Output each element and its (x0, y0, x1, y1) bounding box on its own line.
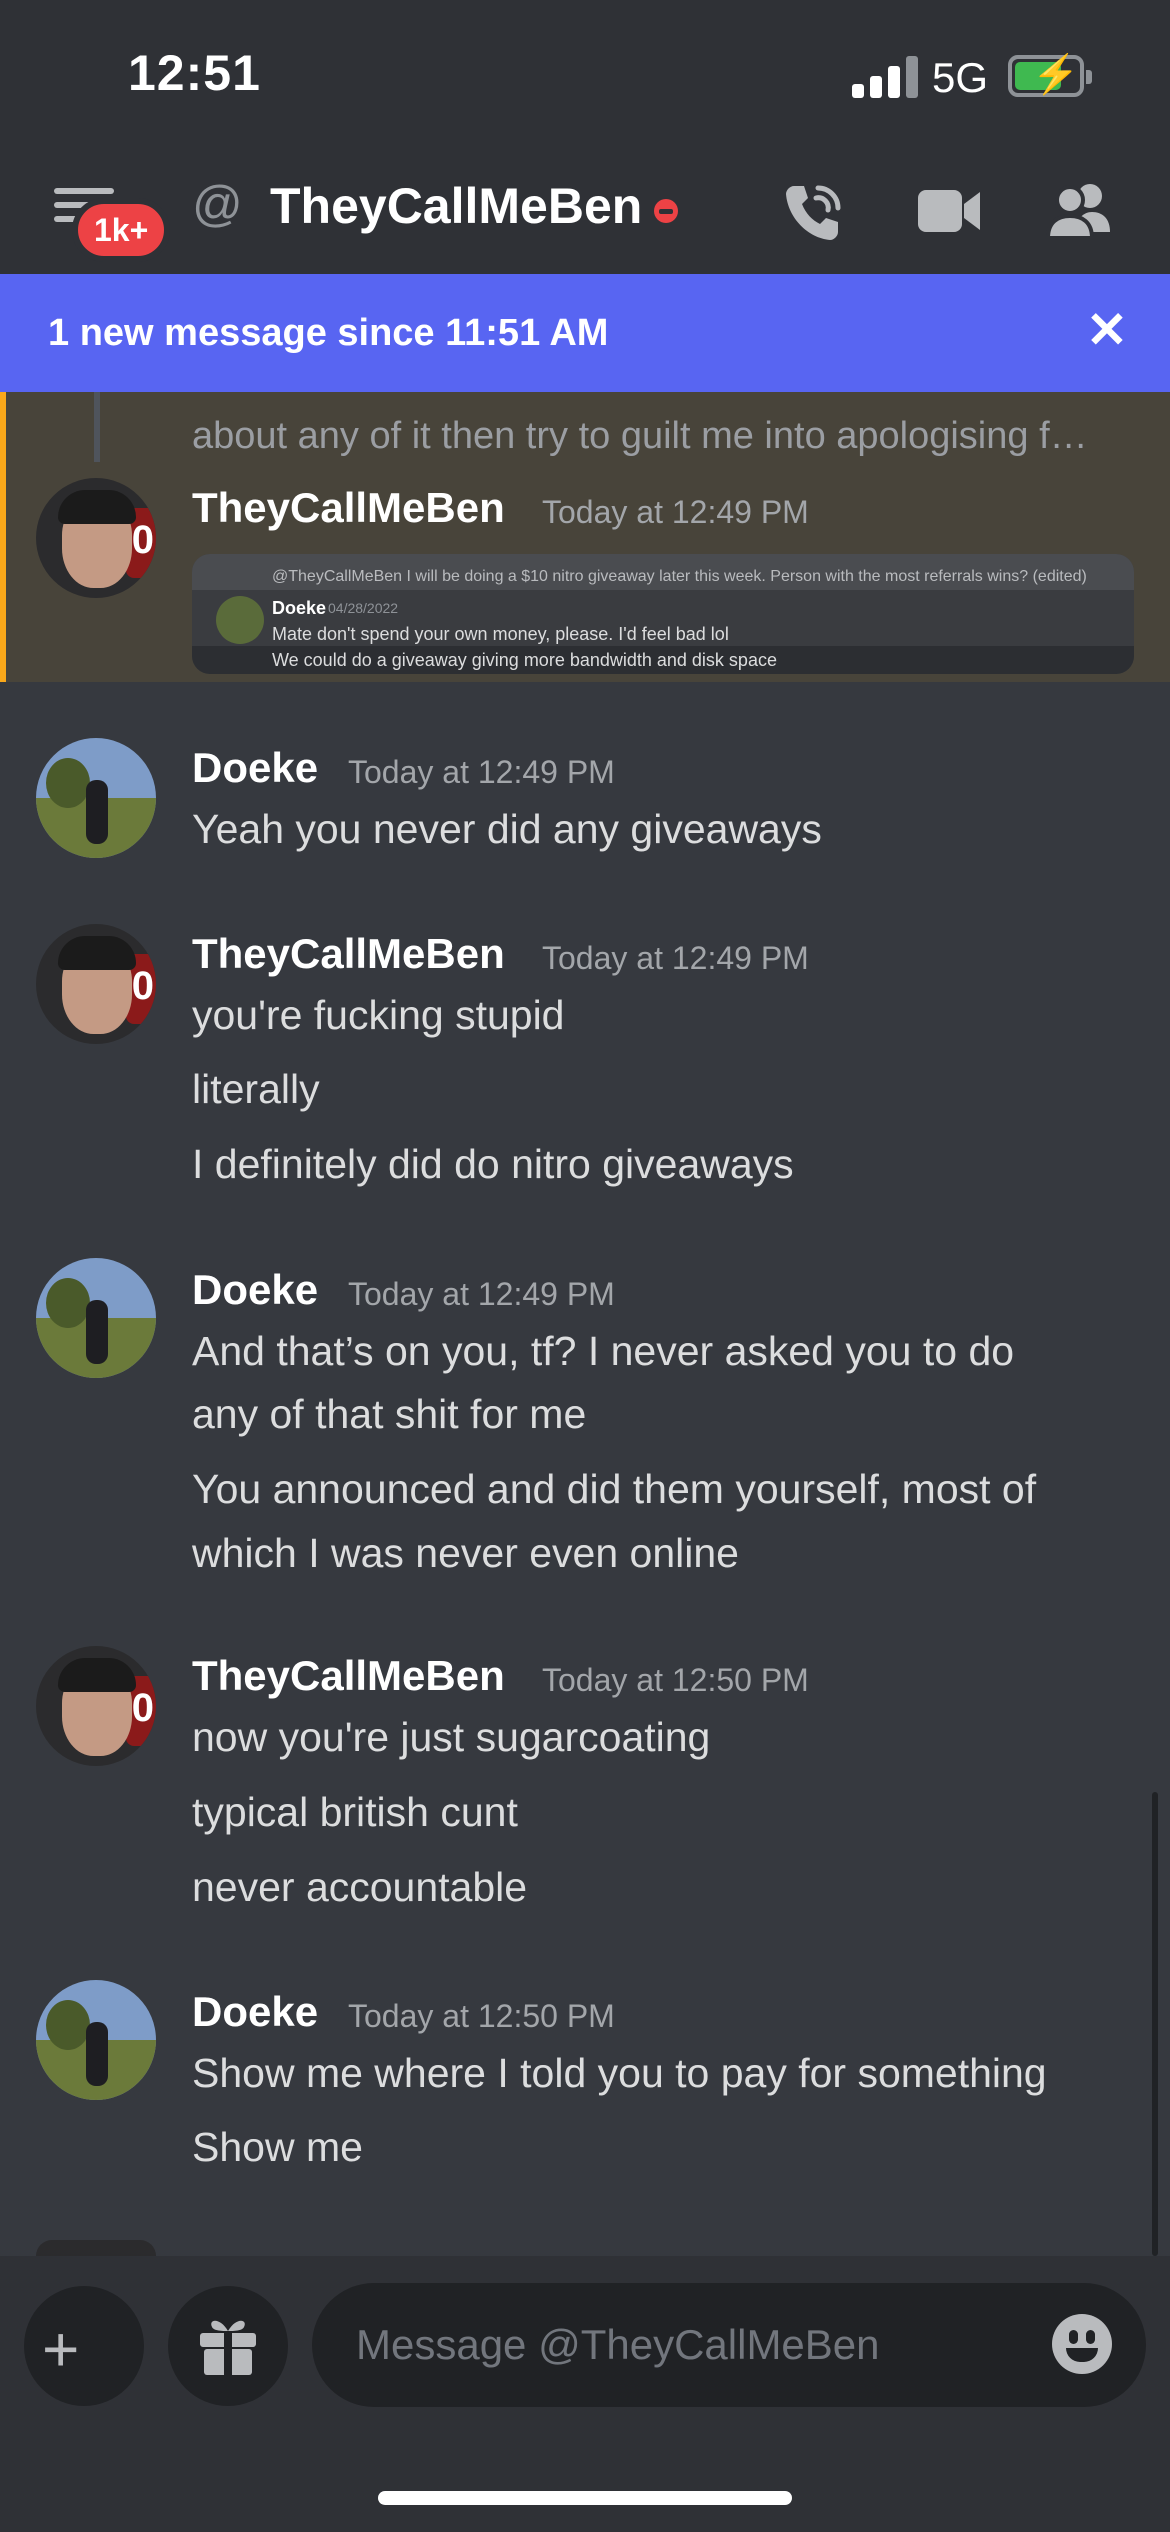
avatar[interactable]: 0 (36, 1646, 156, 1766)
call-icon[interactable] (780, 180, 844, 244)
network-type: 5G (932, 54, 989, 101)
message-author[interactable]: Doeke (192, 744, 318, 792)
attachment-line: Mate don't spend your own money, please.… (272, 624, 729, 644)
avatar[interactable] (36, 738, 156, 858)
avatar (36, 2240, 156, 2256)
message-text[interactable]: now you're just sugarcoating (192, 1714, 710, 1761)
message-timestamp: Today at 12:49 PM (542, 494, 809, 530)
message-timestamp: Today at 12:50 PM (542, 1662, 809, 1698)
attachment-author: Doeke (272, 598, 327, 618)
attachment-line: @TheyCallMeBen I will be doing a $10 nit… (272, 568, 1087, 585)
message-input[interactable] (312, 2283, 1146, 2407)
members-icon[interactable] (1046, 180, 1112, 240)
dnd-status-icon (654, 199, 678, 223)
reply-connector (94, 392, 102, 462)
message-text[interactable]: I definitely did do nitro giveaways (192, 1141, 794, 1188)
message-text[interactable]: typical british cunt (192, 1789, 518, 1836)
message-text[interactable]: Show me where I told you to pay for some… (192, 2050, 1047, 2097)
status-time: 12:51 (128, 45, 261, 101)
message-text[interactable]: literally (192, 1066, 320, 1113)
message-text[interactable]: any of that shit for me (192, 1391, 586, 1438)
image-attachment[interactable]: @TheyCallMeBen I will be doing a $10 nit… (192, 554, 1134, 674)
battery-icon: ⚡ (1008, 54, 1092, 97)
page-title[interactable]: TheyCallMeBen (270, 177, 642, 235)
plus-icon[interactable]: + (42, 2317, 79, 2381)
home-indicator[interactable] (378, 2491, 792, 2505)
avatar[interactable]: 0 (36, 924, 156, 1044)
unread-badge: 1k+ (72, 198, 171, 262)
message-text[interactable]: Show me (192, 2124, 363, 2171)
reply-preview[interactable]: about any of it then try to guilt me int… (192, 408, 1132, 464)
message-timestamp: Today at 12:50 PM (348, 1998, 615, 2034)
avatar[interactable]: 0 (36, 478, 156, 598)
message-timestamp: Today at 12:49 PM (348, 754, 615, 790)
gift-icon[interactable] (198, 2315, 258, 2377)
avatar[interactable] (36, 1980, 156, 2100)
avatar (216, 596, 264, 644)
message-text[interactable]: never accountable (192, 1864, 527, 1911)
message-author[interactable]: Doeke (192, 1266, 318, 1314)
message-timestamp: Today at 12:49 PM (348, 1276, 615, 1312)
at-icon: @ (192, 176, 243, 232)
signal-icon (852, 56, 920, 98)
attachment-date: 04/28/2022 (328, 600, 399, 616)
new-message-text[interactable]: 1 new message since 11:51 AM (48, 312, 608, 355)
message-author[interactable]: TheyCallMeBen (192, 1652, 505, 1700)
video-icon[interactable] (916, 184, 982, 238)
scrollbar[interactable] (1152, 1792, 1158, 2256)
message-text[interactable]: You announced and did them yourself, mos… (192, 1466, 1036, 1513)
close-icon[interactable]: ✕ (1086, 305, 1128, 355)
attachment-line: We could do a giveaway giving more bandw… (272, 650, 777, 670)
message-author[interactable]: TheyCallMeBen (192, 930, 505, 978)
message-timestamp: Today at 12:49 PM (542, 940, 809, 976)
message-text[interactable]: Yeah you never did any giveaways (192, 806, 822, 853)
message-text[interactable]: And that’s on you, tf? I never asked you… (192, 1328, 1014, 1375)
message-author[interactable]: Doeke (192, 1988, 318, 2036)
avatar[interactable] (36, 1258, 156, 1378)
message-author[interactable]: TheyCallMeBen (192, 484, 505, 532)
emoji-icon[interactable] (1052, 2314, 1112, 2374)
mention-indicator (0, 392, 6, 682)
message-text[interactable]: you're fucking stupid (192, 992, 564, 1039)
message-text[interactable]: which I was never even online (192, 1530, 739, 1577)
